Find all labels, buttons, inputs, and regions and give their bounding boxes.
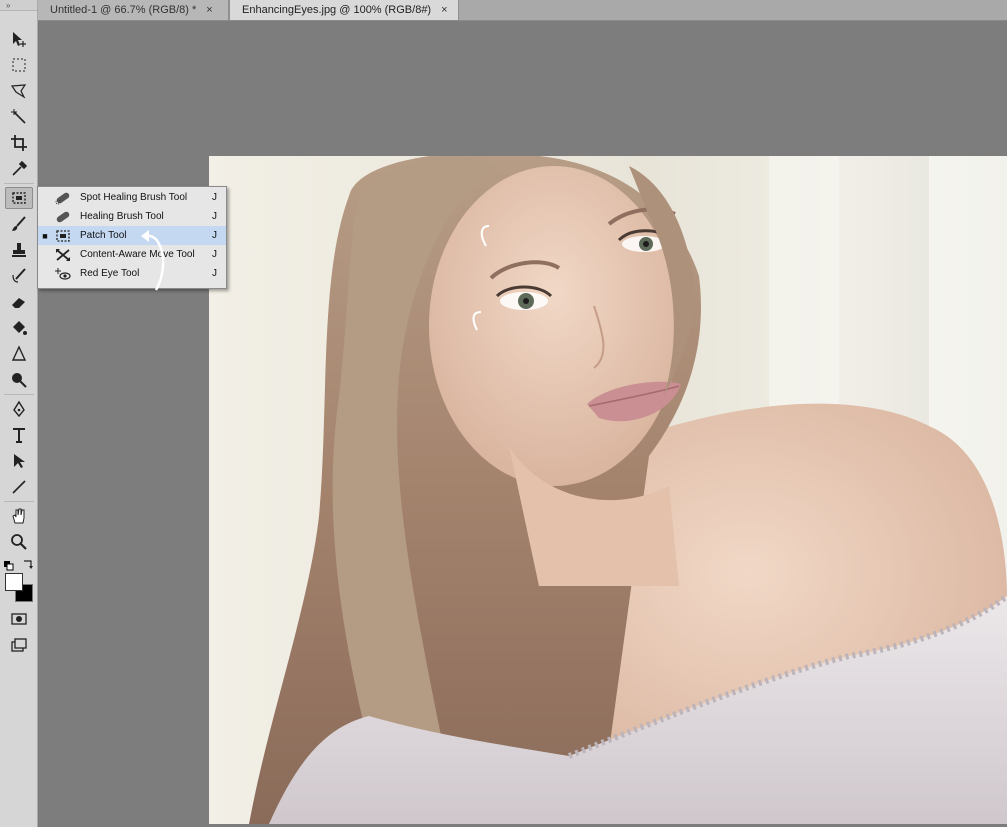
eraser-tool[interactable] [5,291,33,313]
screen-mode-icon [11,638,27,652]
toolbar-divider [4,501,34,502]
crop-tool[interactable] [5,132,33,154]
tab-enhancing-eyes[interactable]: EnhancingEyes.jpg @ 100% (RGB/8#) × [229,0,459,20]
patch-tool-icon [12,192,26,204]
path-selection-icon [14,454,25,468]
eraser-icon [12,298,25,308]
line-icon [12,480,26,494]
eyedropper-tool[interactable] [5,158,33,180]
lasso-icon [10,84,27,99]
stamp-icon [12,243,26,257]
line-tool[interactable] [5,476,33,498]
close-icon[interactable]: × [206,4,212,16]
pen-tool[interactable] [5,398,33,420]
spot-healing-icon [52,190,74,206]
toolbar-divider [4,394,34,395]
foreground-color-swatch[interactable] [5,573,23,591]
annotation-arrow [141,230,165,291]
history-brush-tool[interactable] [5,265,33,287]
menu-item-content-aware-move[interactable]: Content-Aware Move Tool J [38,245,226,264]
document-image[interactable] [209,156,1007,824]
toolbar-divider [4,183,34,184]
dodge-icon [12,373,27,388]
shortcut-key: J [212,211,217,222]
marquee-tool[interactable] [5,54,33,76]
red-eye-icon [52,266,74,282]
blur-tool[interactable] [5,343,33,365]
bucket-icon [13,321,27,335]
tools-panel: » [0,0,38,827]
shortcut-key: J [212,192,217,203]
tab-label: EnhancingEyes.jpg @ 100% (RGB/8#) [242,4,432,16]
brush-tool[interactable] [5,213,33,235]
menu-item-red-eye[interactable]: Red Eye Tool J [38,264,226,283]
pen-icon [13,400,25,418]
path-selection-tool[interactable] [5,450,33,472]
type-tool[interactable] [5,424,33,446]
menu-item-spot-healing-brush[interactable]: Spot Healing Brush Tool J [38,188,226,207]
hand-tool[interactable] [5,505,33,527]
marquee-icon [12,58,26,72]
zoom-tool[interactable] [5,531,33,553]
quick-mask-icon [11,613,27,625]
hand-icon [12,508,25,524]
magic-wand-icon [11,109,26,124]
patch-icon [52,228,74,244]
portrait-photo [209,156,1007,824]
screen-mode-button[interactable] [5,634,33,656]
move-tool[interactable] [5,28,33,50]
default-colors-icon[interactable] [4,558,14,571]
selected-marker: ■ [42,230,48,241]
tab-label: Untitled-1 @ 66.7% (RGB/8) * [50,4,197,16]
content-aware-move-icon [52,247,74,263]
history-brush-icon [12,268,26,283]
healing-tools-flyout-menu: Spot Healing Brush Tool J Healing Brush … [37,186,227,289]
lasso-tool[interactable] [5,80,33,102]
shortcut-key: J [212,249,217,260]
shortcut-key: J [212,230,217,241]
close-icon[interactable]: × [441,4,447,16]
zoom-icon [11,534,27,550]
crop-icon [11,135,27,151]
stamp-tool[interactable] [5,239,33,261]
type-icon [13,428,25,443]
panel-grip[interactable]: » [0,0,37,11]
bucket-tool[interactable] [5,317,33,339]
swap-colors-icon[interactable] [22,557,34,569]
magic-wand-tool[interactable] [5,106,33,128]
quick-mask-button[interactable] [5,608,33,630]
menu-item-label: Spot Healing Brush Tool [80,192,188,203]
healing-brush-icon [52,209,74,225]
eyedropper-icon [12,160,28,176]
menu-item-label: Healing Brush Tool [80,211,164,222]
blur-icon [11,345,27,361]
document-tab-bar: Untitled-1 @ 66.7% (RGB/8) * × Enhancing… [38,0,1007,21]
tab-untitled-1[interactable]: Untitled-1 @ 66.7% (RGB/8) * × [38,0,229,20]
patch-tool-button[interactable] [5,187,33,209]
menu-item-patch-tool[interactable]: ■ Patch Tool J [38,226,226,245]
menu-item-healing-brush[interactable]: Healing Brush Tool J [38,207,226,226]
dodge-tool[interactable] [5,369,33,391]
brush-icon [12,216,26,231]
move-icon [13,32,26,47]
shortcut-key: J [212,268,217,279]
